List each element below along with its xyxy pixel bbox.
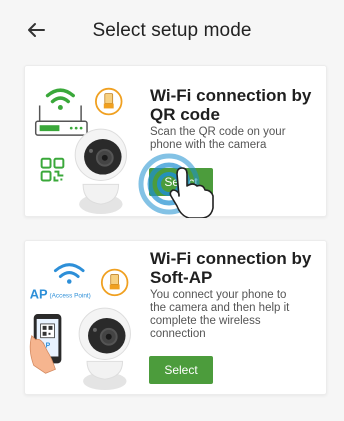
ap-label: AP [30, 286, 48, 301]
wifi-icon [45, 88, 75, 110]
reset-button-badge-icon [100, 268, 129, 297]
option-description: Scan the QR code on your phone with the … [150, 126, 286, 151]
option-card-qr-code[interactable]: Wi-Fi connection by QR code Scan the QR … [24, 65, 327, 218]
option-description: You connect your phone to the camera and… [150, 289, 290, 340]
soft-ap-illustration: AP (Access Point) AP [29, 263, 131, 391]
option-card-soft-ap[interactable]: AP (Access Point) AP Wi-Fi connection by… [24, 240, 327, 395]
select-button-qr-code[interactable]: Select [149, 168, 213, 196]
phone-icon: AP [29, 314, 62, 374]
qr-code-icon [40, 157, 65, 182]
camera-icon [78, 307, 131, 391]
option-title: Wi-Fi connection by QR code [150, 86, 312, 124]
select-button-soft-ap[interactable]: Select [149, 356, 213, 384]
qr-setup-illustration [34, 87, 127, 215]
option-title: Wi-Fi connection by Soft-AP [150, 249, 312, 287]
ap-sub-label: (Access Point) [50, 292, 91, 299]
header: Select setup mode [0, 0, 344, 62]
camera-icon [74, 128, 127, 215]
page-title: Select setup mode [92, 20, 252, 41]
wifi-icon [53, 263, 85, 284]
router-icon [34, 105, 88, 136]
reset-button-badge-icon [95, 87, 123, 116]
